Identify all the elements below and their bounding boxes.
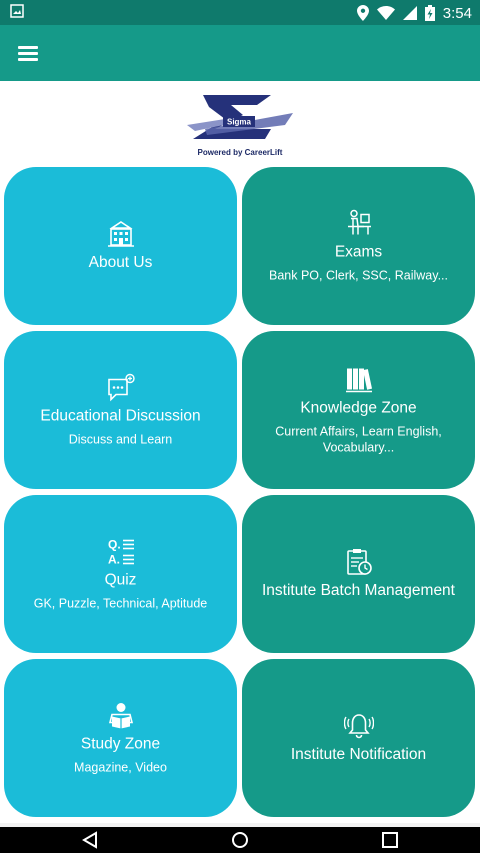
battery-charging-icon bbox=[424, 5, 435, 21]
status-bar: 3:54 bbox=[0, 0, 480, 25]
qa-list-icon: Q. A. bbox=[108, 538, 134, 567]
image-notification-icon bbox=[10, 4, 24, 18]
tile-subtitle: GK, Puzzle, Technical, Aptitude bbox=[33, 596, 208, 611]
svg-text:Q.: Q. bbox=[108, 538, 121, 552]
tile-title: Quiz bbox=[104, 571, 137, 589]
status-icons: 3:54 bbox=[356, 3, 472, 23]
tile-quiz[interactable]: Q. A. Quiz GK, Puzzle, Technical, Aptitu… bbox=[4, 495, 237, 653]
app-bar bbox=[0, 25, 480, 81]
tile-about-us[interactable]: About Us bbox=[4, 167, 237, 325]
hamburger-menu-icon[interactable] bbox=[16, 41, 40, 65]
tile-title: Institute Batch Management bbox=[261, 582, 455, 599]
sigma-logo: Sigma bbox=[187, 95, 293, 139]
logo-area: Sigma Powered by CareerLift bbox=[0, 81, 480, 163]
tile-title: Exams bbox=[334, 243, 383, 261]
reader-icon bbox=[108, 703, 133, 729]
recents-icon[interactable] bbox=[380, 831, 400, 849]
svg-text:A.: A. bbox=[108, 553, 120, 567]
wifi-icon bbox=[376, 6, 395, 20]
clock-time: 3:54 bbox=[442, 4, 472, 22]
logo-caption: Powered by CareerLift bbox=[197, 148, 283, 157]
tile-title: Knowledge Zone bbox=[300, 399, 417, 417]
tile-title: About Us bbox=[88, 254, 153, 271]
books-icon bbox=[345, 368, 372, 393]
tile-subtitle: Bank PO, Clerk, SSC, Railway... bbox=[269, 268, 448, 283]
tile-title: Institute Notification bbox=[290, 746, 427, 763]
tile-subtitle: Current Affairs, Learn English, Vocabula… bbox=[275, 424, 442, 455]
tile-knowledge-zone[interactable]: Knowledge Zone Current Affairs, Learn En… bbox=[242, 331, 475, 489]
back-icon[interactable] bbox=[80, 831, 100, 849]
home-icon[interactable] bbox=[230, 831, 250, 849]
tile-subtitle: Discuss and Learn bbox=[68, 432, 173, 447]
tile-title: Educational Discussion bbox=[40, 407, 201, 425]
student-desk-icon bbox=[347, 209, 371, 235]
system-nav-bar bbox=[0, 827, 480, 853]
tile-educational-discussion[interactable]: Educational Discussion Discuss and Learn bbox=[4, 331, 237, 489]
institute-building-icon bbox=[107, 221, 134, 247]
tile-title: Study Zone bbox=[80, 735, 161, 753]
signal-icon bbox=[402, 6, 417, 20]
bell-ringing-icon bbox=[343, 714, 374, 739]
tile-study-zone[interactable]: Study Zone Magazine, Video bbox=[4, 659, 237, 817]
logo-brand-text: Sigma bbox=[227, 118, 252, 127]
chat-bubble-icon bbox=[107, 373, 135, 402]
clipboard-clock-icon bbox=[346, 549, 372, 575]
tile-institute-notification[interactable]: Institute Notification bbox=[242, 659, 475, 817]
location-icon bbox=[356, 5, 369, 21]
tile-institute-batch-management[interactable]: Institute Batch Management bbox=[242, 495, 475, 653]
tile-subtitle: Magazine, Video bbox=[74, 760, 167, 775]
tile-exams[interactable]: Exams Bank PO, Clerk, SSC, Railway... bbox=[242, 167, 475, 325]
